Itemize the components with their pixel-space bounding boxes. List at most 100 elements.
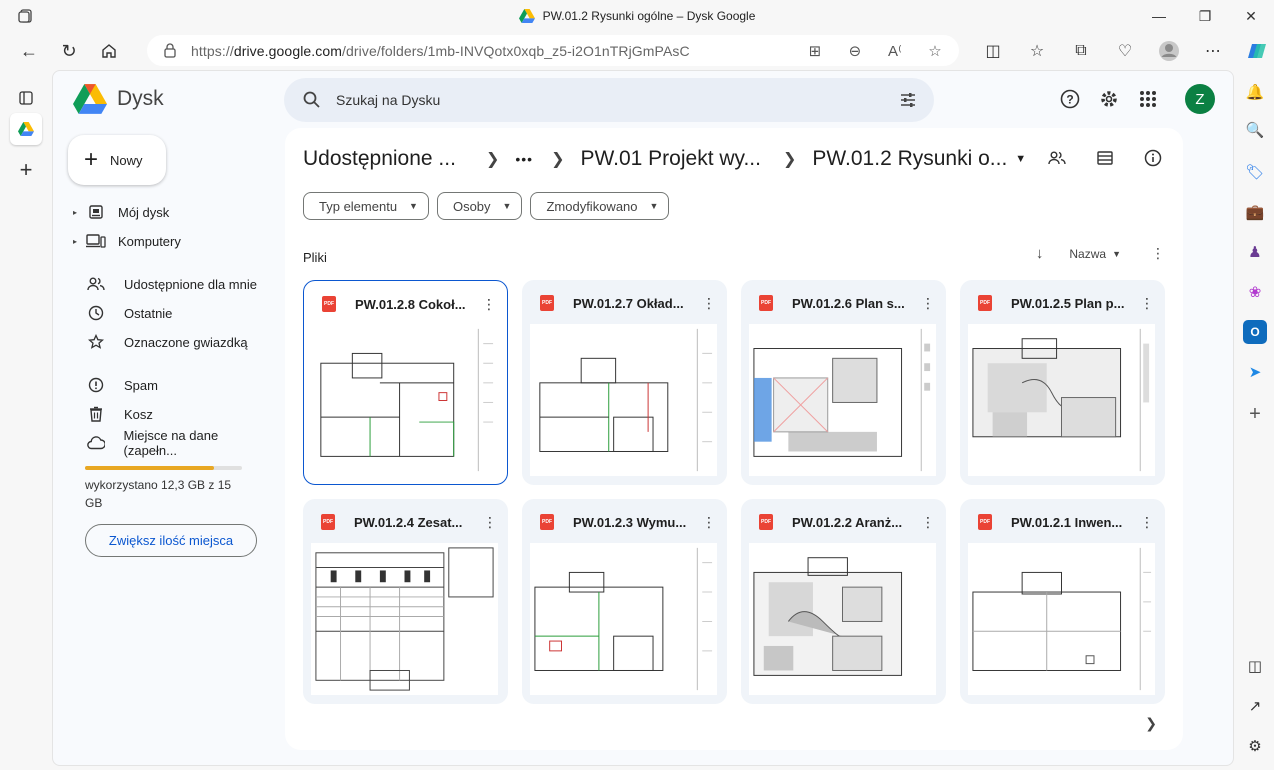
sidebar-item-shared[interactable]: Udostępnione dla mnie bbox=[73, 271, 273, 297]
filter-modified[interactable]: Zmodyfikowano ▼ bbox=[530, 192, 670, 220]
drive-logo[interactable]: Dysk bbox=[73, 84, 164, 114]
reload-icon[interactable]: ↻ bbox=[52, 36, 86, 66]
file-more-options-icon[interactable]: ⋮ bbox=[701, 514, 717, 531]
settings-more-icon[interactable]: ⋯ bbox=[1196, 36, 1230, 66]
share-folder-icon[interactable] bbox=[1047, 148, 1067, 168]
tools-briefcase-icon[interactable]: 💼 bbox=[1243, 200, 1267, 224]
drive-tab-icon[interactable] bbox=[10, 113, 42, 145]
maximize-button[interactable]: ❐ bbox=[1182, 0, 1228, 32]
file-more-options-icon[interactable]: ⋮ bbox=[920, 514, 936, 531]
file-thumbnail[interactable] bbox=[749, 543, 936, 695]
file-thumbnail[interactable] bbox=[749, 324, 936, 476]
notifications-bell-icon[interactable]: 🔔 bbox=[1243, 80, 1267, 104]
file-card[interactable]: PDF PW.01.2.4 Zesat... ⋮ bbox=[303, 499, 508, 704]
file-card[interactable]: PDF PW.01.2.5 Plan p... ⋮ bbox=[960, 280, 1165, 485]
breadcrumb-more[interactable]: ••• bbox=[515, 151, 533, 167]
search-icon[interactable] bbox=[302, 90, 322, 110]
apps-grid-icon[interactable] bbox=[1136, 87, 1160, 111]
read-aloud-icon[interactable]: A⁽ bbox=[885, 41, 905, 61]
shopping-tag-icon[interactable]: 🏷 bbox=[1243, 160, 1267, 184]
search-sidebar-icon[interactable]: 🔍 bbox=[1243, 118, 1267, 142]
zoom-out-icon[interactable]: ⊖ bbox=[845, 41, 865, 61]
filter-people[interactable]: Osoby ▼ bbox=[436, 192, 523, 220]
file-card[interactable]: PDF PW.01.2.1 Inwen... ⋮ bbox=[960, 499, 1165, 704]
sidebar-item-my-drive[interactable]: ▸ Mój dysk bbox=[73, 199, 273, 225]
sidebar-item-recent[interactable]: Ostatnie bbox=[73, 300, 273, 326]
more-options-icon[interactable]: ⋮ bbox=[1151, 245, 1165, 262]
avatar[interactable]: Z bbox=[1185, 84, 1215, 114]
profile-icon[interactable] bbox=[1152, 36, 1186, 66]
favorites-icon[interactable]: ☆ bbox=[1020, 36, 1054, 66]
file-card[interactable]: PDF PW.01.2.3 Wymu... ⋮ bbox=[522, 499, 727, 704]
file-thumbnail[interactable] bbox=[530, 543, 717, 695]
minimize-button[interactable]: — bbox=[1136, 0, 1182, 32]
breadcrumb-root[interactable]: Udostępnione ... bbox=[303, 147, 456, 171]
lock-icon[interactable] bbox=[163, 42, 177, 58]
file-card[interactable]: PDF PW.01.2.6 Plan s... ⋮ bbox=[741, 280, 946, 485]
file-thumbnail[interactable] bbox=[530, 324, 717, 476]
filter-people-label: Osoby bbox=[452, 198, 491, 214]
copilot-icon[interactable] bbox=[1240, 36, 1274, 66]
file-card[interactable]: PDF PW.01.2.8 Cokoł... ⋮ bbox=[303, 280, 508, 485]
sidebar-toggle-icon[interactable]: ◫ bbox=[1243, 654, 1267, 678]
help-icon[interactable]: ? bbox=[1058, 87, 1082, 111]
close-window-button[interactable]: ✕ bbox=[1228, 0, 1274, 32]
file-more-options-icon[interactable]: ⋮ bbox=[482, 514, 498, 531]
outlook-icon[interactable]: O bbox=[1243, 320, 1267, 344]
details-panel-toggle-icon[interactable]: ❯ bbox=[1145, 715, 1157, 732]
games-icon[interactable]: ♟ bbox=[1243, 240, 1267, 264]
file-thumbnail[interactable] bbox=[311, 324, 498, 476]
tab-actions-icon[interactable] bbox=[18, 8, 34, 24]
back-arrow-icon[interactable]: ← bbox=[12, 36, 46, 66]
file-thumbnail[interactable] bbox=[968, 324, 1155, 476]
file-name: PW.01.2.3 Wymu... bbox=[573, 514, 687, 530]
search-options-icon[interactable] bbox=[898, 90, 918, 110]
new-tab-plus-icon[interactable]: + bbox=[10, 154, 42, 186]
add-sidebar-app-icon[interactable]: + bbox=[1243, 402, 1267, 426]
home-icon[interactable] bbox=[92, 36, 126, 66]
filter-type[interactable]: Typ elementu ▼ bbox=[303, 192, 429, 220]
new-button[interactable]: + Nowy bbox=[68, 135, 166, 185]
file-thumbnail[interactable] bbox=[968, 543, 1155, 695]
sidebar-item-storage[interactable]: Miejsce na dane (zapełn... bbox=[73, 428, 273, 458]
sidebar-item-starred[interactable]: Oznaczone gwiazdką bbox=[73, 329, 273, 355]
file-card[interactable]: PDF PW.01.2.2 Aranż... ⋮ bbox=[741, 499, 946, 704]
collections-icon[interactable]: ⧉ bbox=[1064, 36, 1098, 66]
breadcrumb-parent[interactable]: PW.01 Projekt wy... bbox=[580, 147, 761, 171]
file-card[interactable]: PDF PW.01.2.7 Okład... ⋮ bbox=[522, 280, 727, 485]
expand-arrow-icon[interactable]: ▸ bbox=[73, 237, 83, 246]
file-more-options-icon[interactable]: ⋮ bbox=[481, 296, 497, 313]
file-name: PW.01.2.2 Aranż... bbox=[792, 514, 903, 530]
sidebar-settings-gear-icon[interactable]: ⚙ bbox=[1243, 734, 1267, 758]
file-thumbnail[interactable] bbox=[311, 543, 498, 695]
sort-direction-arrow-icon[interactable]: ↓ bbox=[1036, 245, 1044, 262]
breadcrumb-current[interactable]: PW.01.2 Rysunki o... bbox=[812, 147, 1007, 171]
sort-by-label[interactable]: Nazwa bbox=[1069, 247, 1106, 261]
app-available-icon[interactable]: ⊞ bbox=[805, 41, 825, 61]
open-external-icon[interactable]: ↗ bbox=[1243, 694, 1267, 718]
favorite-star-icon[interactable]: ☆ bbox=[925, 41, 945, 61]
file-more-options-icon[interactable]: ⋮ bbox=[701, 295, 717, 312]
info-icon[interactable] bbox=[1143, 148, 1163, 168]
address-bar[interactable]: https://drive.google.com/drive/folders/1… bbox=[147, 35, 959, 66]
send-icon[interactable]: ➤ bbox=[1243, 360, 1267, 384]
vertical-tabs-icon[interactable] bbox=[10, 82, 42, 114]
file-more-options-icon[interactable]: ⋮ bbox=[920, 295, 936, 312]
expand-arrow-icon[interactable]: ▸ bbox=[73, 208, 83, 217]
upgrade-storage-button[interactable]: Zwiększ ilość miejsca bbox=[85, 524, 257, 557]
sidebar-item-label: Kosz bbox=[124, 406, 153, 422]
search-input[interactable]: Szukaj na Dysku bbox=[284, 78, 934, 122]
list-view-icon[interactable] bbox=[1095, 148, 1115, 168]
sidebar-item-computers[interactable]: ▸ Komputery bbox=[73, 228, 273, 254]
browser-essentials-icon[interactable]: ♡ bbox=[1108, 36, 1142, 66]
file-name: PW.01.2.6 Plan s... bbox=[792, 295, 905, 311]
settings-gear-icon[interactable] bbox=[1097, 87, 1121, 111]
copilot-sidebar-icon[interactable]: ❀ bbox=[1243, 280, 1267, 304]
file-more-options-icon[interactable]: ⋮ bbox=[1139, 514, 1155, 531]
sort-dropdown-icon[interactable]: ▼ bbox=[1112, 249, 1121, 259]
file-more-options-icon[interactable]: ⋮ bbox=[1139, 295, 1155, 312]
split-screen-icon[interactable]: ◫ bbox=[976, 36, 1010, 66]
sidebar-item-trash[interactable]: Kosz bbox=[73, 401, 273, 427]
sidebar-item-spam[interactable]: Spam bbox=[73, 372, 273, 398]
breadcrumb-dropdown-icon[interactable]: ▼ bbox=[1015, 153, 1026, 165]
